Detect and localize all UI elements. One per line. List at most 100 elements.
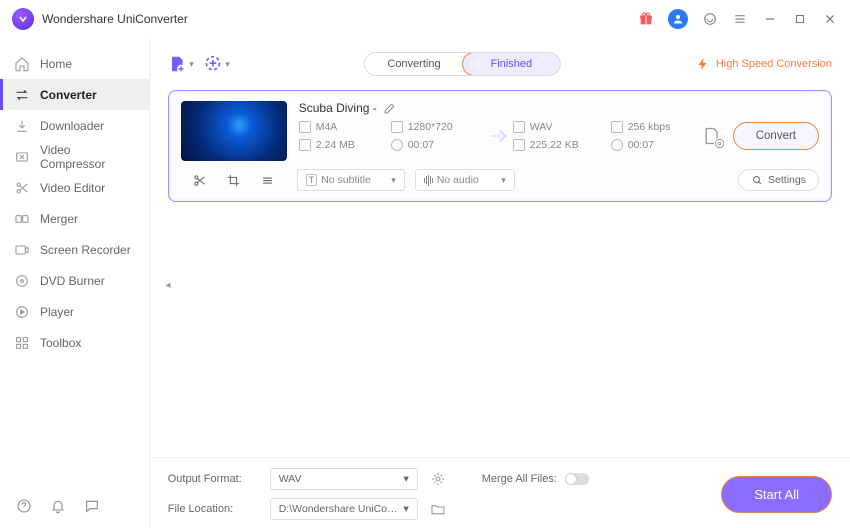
file-location-value: D:\Wondershare UniConverter (279, 503, 399, 515)
duration-icon (611, 139, 623, 151)
gift-icon[interactable] (638, 11, 654, 27)
record-icon (14, 242, 30, 258)
duration-icon (391, 139, 403, 151)
sidebar-item-label: Converter (40, 88, 97, 102)
sidebar-item-home[interactable]: Home (0, 48, 149, 79)
open-folder-icon[interactable] (430, 501, 446, 517)
chevron-down-icon: ▾ (225, 59, 230, 70)
sidebar-item-toolbox[interactable]: Toolbox (0, 327, 149, 358)
sidebar-item-label: Merger (40, 212, 78, 226)
dst-filesize: 225.22 KB (530, 139, 579, 151)
converter-icon (14, 87, 30, 103)
add-file-button[interactable]: ▾ (168, 51, 194, 77)
chevron-down-icon: ▾ (403, 503, 408, 515)
src-duration: 00:07 (408, 139, 434, 151)
sidebar-item-label: Player (40, 305, 74, 319)
app-title: Wondershare UniConverter (42, 12, 638, 26)
sidebar-item-downloader[interactable]: Downloader (0, 110, 149, 141)
dst-format: WAV (530, 121, 553, 133)
bell-icon[interactable] (50, 498, 66, 514)
conversion-tabs: Converting Finished (364, 52, 561, 76)
sidebar: Home Converter Downloader Video Compress… (0, 38, 150, 528)
chevron-down-icon: ▾ (501, 175, 506, 186)
subtitle-value: No subtitle (321, 174, 371, 186)
sidebar-item-label: DVD Burner (40, 274, 105, 288)
filesize-icon (299, 139, 311, 151)
src-format: M4A (316, 121, 338, 133)
src-resolution: 1280*720 (408, 121, 453, 133)
filesize-icon (513, 139, 525, 151)
sidebar-item-label: Video Compressor (40, 143, 135, 171)
dst-bitrate: 256 kbps (628, 121, 671, 133)
merge-toggle[interactable] (565, 473, 589, 485)
settings-button[interactable]: Settings (738, 169, 819, 191)
settings-label: Settings (768, 174, 806, 186)
video-thumbnail[interactable] (181, 101, 287, 161)
titlebar: Wondershare UniConverter (0, 0, 850, 38)
play-icon (14, 304, 30, 320)
audio-select[interactable]: No audio ▾ (415, 169, 515, 191)
sidebar-item-label: Toolbox (40, 336, 81, 350)
hamburger-menu-icon[interactable] (732, 11, 748, 27)
output-format-value: WAV (279, 473, 302, 485)
feedback-icon[interactable] (84, 498, 100, 514)
chevron-down-icon: ▾ (391, 175, 396, 186)
resolution-icon (391, 121, 403, 133)
disc-icon (14, 273, 30, 289)
app-logo (12, 8, 34, 30)
audio-value: No audio (437, 174, 479, 186)
merge-label: Merge All Files: (482, 473, 557, 485)
sidebar-item-label: Home (40, 57, 72, 71)
sidebar-item-player[interactable]: Player (0, 296, 149, 327)
chevron-down-icon: ▾ (189, 59, 194, 70)
sidebar-item-label: Video Editor (40, 181, 105, 195)
bottom-bar: Output Format: WAV ▾ Merge All Files: Fi… (150, 457, 850, 528)
arrow-right-icon (483, 125, 513, 147)
file-card: Scuba Diving - M4A 2.24 MB 1280*720 00:0… (168, 90, 832, 202)
chevron-down-icon: ▾ (403, 473, 408, 485)
file-location-select[interactable]: D:\Wondershare UniConverter ▾ (270, 498, 418, 520)
grid-icon (14, 335, 30, 351)
high-speed-conversion-button[interactable]: High Speed Conversion (696, 57, 832, 71)
format-icon (299, 121, 311, 133)
output-format-label: Output Format: (168, 473, 258, 485)
convert-button[interactable]: Convert (733, 122, 819, 150)
add-folder-button[interactable]: ▾ (204, 51, 230, 77)
trim-icon[interactable] (192, 172, 208, 188)
close-button[interactable] (822, 11, 838, 27)
sidebar-item-video-editor[interactable]: Video Editor (0, 172, 149, 203)
compress-icon (14, 149, 30, 165)
file-location-label: File Location: (168, 503, 258, 515)
tab-finished[interactable]: Finished (462, 52, 562, 76)
sidebar-item-video-compressor[interactable]: Video Compressor (0, 141, 149, 172)
support-icon[interactable] (702, 11, 718, 27)
merge-icon (14, 211, 30, 227)
maximize-button[interactable] (792, 11, 808, 27)
bitrate-icon (611, 121, 623, 133)
src-filesize: 2.24 MB (316, 139, 355, 151)
output-format-select[interactable]: WAV ▾ (270, 468, 418, 490)
crop-icon[interactable] (226, 172, 242, 188)
high-speed-label: High Speed Conversion (716, 58, 832, 70)
start-all-button[interactable]: Start All (721, 476, 832, 513)
subtitle-select[interactable]: TNo subtitle ▾ (297, 169, 405, 191)
download-icon (14, 118, 30, 134)
help-icon[interactable] (16, 498, 32, 514)
sidebar-item-screen-recorder[interactable]: Screen Recorder (0, 234, 149, 265)
scissors-icon (14, 180, 30, 196)
tab-converting[interactable]: Converting (365, 53, 462, 75)
sidebar-item-dvd-burner[interactable]: DVD Burner (0, 265, 149, 296)
home-icon (14, 56, 30, 72)
minimize-button[interactable] (762, 11, 778, 27)
sidebar-item-label: Screen Recorder (40, 243, 131, 257)
output-format-icon[interactable] (701, 125, 723, 147)
format-icon (513, 121, 525, 133)
sidebar-item-merger[interactable]: Merger (0, 203, 149, 234)
user-avatar[interactable] (668, 9, 688, 29)
edit-title-icon[interactable] (383, 101, 397, 115)
more-icon[interactable] (260, 172, 276, 188)
sidebar-item-converter[interactable]: Converter (0, 79, 149, 110)
file-title: Scuba Diving - (299, 101, 377, 115)
output-settings-icon[interactable] (430, 471, 446, 487)
dst-duration: 00:07 (628, 139, 654, 151)
